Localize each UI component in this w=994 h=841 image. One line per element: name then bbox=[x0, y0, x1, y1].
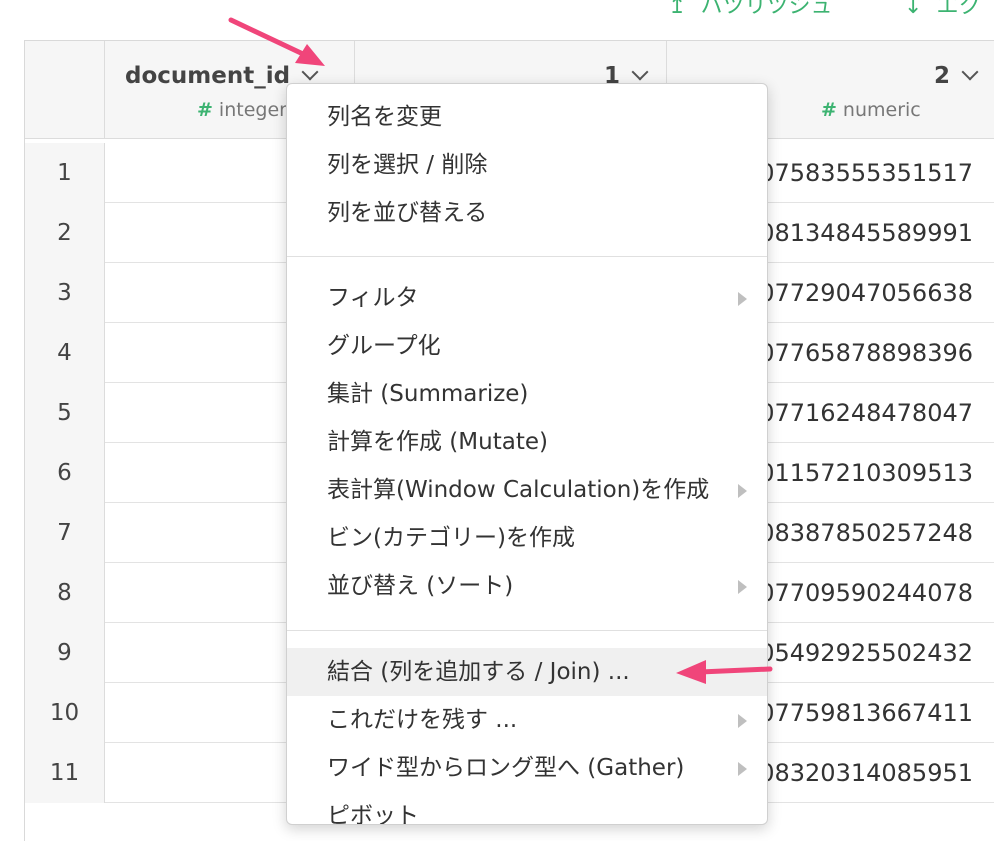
cell-value: 0.08387850257248 bbox=[736, 519, 973, 547]
row-number: 10 bbox=[25, 683, 105, 743]
export-label: エク bbox=[936, 0, 981, 19]
chevron-down-icon[interactable] bbox=[301, 63, 319, 81]
chevron-down-icon[interactable] bbox=[961, 63, 979, 81]
refresh-button[interactable]: ↥ ハツリツシュ bbox=[668, 0, 832, 20]
menu-item-summarize[interactable]: 集計 (Summarize) bbox=[287, 370, 767, 418]
menu-item-group-by[interactable]: グループ化 bbox=[287, 322, 767, 370]
menu-item-join[interactable]: 結合 (列を追加する / Join) ... bbox=[287, 648, 767, 696]
submenu-arrow-icon bbox=[738, 714, 747, 728]
menu-item-rename-column[interactable]: 列名を変更 bbox=[287, 93, 767, 141]
menu-item-pivot[interactable]: ピボット bbox=[287, 792, 767, 824]
header-corner bbox=[25, 41, 105, 139]
row-number: 7 bbox=[25, 503, 105, 563]
row-number: 5 bbox=[25, 383, 105, 443]
submenu-arrow-icon bbox=[738, 292, 747, 306]
column-type: numeric bbox=[842, 99, 921, 121]
column-name: 2 bbox=[933, 63, 950, 89]
export-button[interactable]: ↧ エク bbox=[904, 0, 980, 20]
menu-item-create-bins[interactable]: ビン(カテゴリー)を作成 bbox=[287, 514, 767, 562]
toolbar: ↥ ハツリツシュ ↧ エク bbox=[0, 0, 994, 40]
menu-item-sort[interactable]: 並び替え (ソート) bbox=[287, 562, 767, 610]
menu-item-gather[interactable]: ワイド型からロング型へ (Gather) bbox=[287, 744, 767, 792]
refresh-label: ハツリツシュ bbox=[700, 0, 833, 19]
row-number: 8 bbox=[25, 563, 105, 623]
row-number: 4 bbox=[25, 323, 105, 383]
submenu-arrow-icon bbox=[738, 484, 747, 498]
menu-item-select-delete-column[interactable]: 列を選択 / 削除 bbox=[287, 141, 767, 189]
download-icon: ↧ bbox=[904, 0, 923, 19]
upload-icon: ↥ bbox=[668, 0, 687, 19]
row-number: 1 bbox=[25, 143, 105, 203]
menu-item-filter[interactable]: フィルタ bbox=[287, 274, 767, 322]
cell-value: 0.07583555351517 bbox=[736, 159, 973, 187]
chevron-down-icon[interactable] bbox=[631, 63, 649, 81]
menu-item-mutate[interactable]: 計算を作成 (Mutate) bbox=[287, 418, 767, 466]
cell-value: 0.07765878898396 bbox=[736, 339, 973, 367]
row-number: 11 bbox=[25, 743, 105, 803]
column-context-menu: 列名を変更 列を選択 / 削除 列を並び替える フィルタ グループ化 集計 (S… bbox=[286, 83, 768, 825]
menu-item-reorder-columns[interactable]: 列を並び替える bbox=[287, 189, 767, 237]
cell-value: 0.07729047056638 bbox=[736, 279, 973, 307]
cell-value: 0.07759813667411 bbox=[736, 699, 973, 727]
menu-divider bbox=[287, 630, 767, 631]
numeric-type-icon: # bbox=[197, 99, 213, 121]
row-number: 2 bbox=[25, 203, 105, 263]
column-name: document_id bbox=[125, 63, 291, 89]
menu-item-window-calculation[interactable]: 表計算(Window Calculation)を作成 bbox=[287, 466, 767, 514]
numeric-type-icon: # bbox=[821, 99, 837, 121]
cell-value: 0.08320314085951 bbox=[736, 759, 973, 787]
menu-item-keep-only[interactable]: これだけを残す ... bbox=[287, 696, 767, 744]
menu-divider bbox=[287, 256, 767, 257]
cell-value: 0.07709590244078 bbox=[736, 579, 973, 607]
cell-value: 0.07716248478047 bbox=[736, 399, 973, 427]
submenu-arrow-icon bbox=[738, 762, 747, 776]
row-number: 6 bbox=[25, 443, 105, 503]
cell-value: 0.01157210309513 bbox=[736, 459, 973, 487]
row-number: 3 bbox=[25, 263, 105, 323]
cell-value: 0.08134845589991 bbox=[736, 219, 973, 247]
cell-value: 0.05492925502432 bbox=[736, 639, 973, 667]
submenu-arrow-icon bbox=[738, 580, 747, 594]
row-number: 9 bbox=[25, 623, 105, 683]
column-type: integer bbox=[218, 99, 287, 121]
